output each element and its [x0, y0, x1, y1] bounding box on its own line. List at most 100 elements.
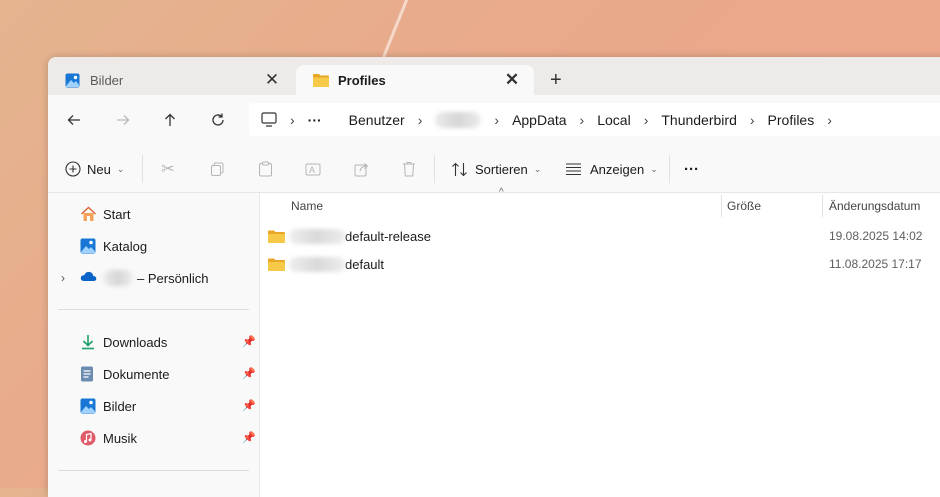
document-icon [80, 366, 96, 382]
back-button[interactable] [61, 107, 87, 133]
pin-icon[interactable]: 📌 [242, 431, 256, 444]
close-tab-icon[interactable]: ✕ [262, 70, 282, 90]
divider [58, 470, 249, 471]
folder-icon [268, 230, 285, 243]
new-button[interactable]: Neu ⌄ [65, 155, 124, 183]
chevron-right-icon: › [290, 111, 295, 128]
breadcrumb-thunderbird[interactable]: Thunderbird [661, 112, 737, 128]
chevron-down-icon: ⌄ [650, 163, 658, 174]
sidebar-item-label: Dokumente [103, 366, 170, 382]
svg-text:A: A [309, 165, 315, 175]
column-header-size[interactable]: Größe [727, 193, 761, 218]
refresh-button[interactable] [205, 107, 231, 133]
file-row[interactable]: default-release 19.08.2025 14:02 [268, 223, 938, 249]
sidebar-item-bilder[interactable]: Bilder [80, 395, 136, 417]
tab-bilder[interactable]: Bilder ✕ [48, 65, 294, 95]
copy-button[interactable] [203, 155, 231, 183]
refresh-icon [212, 113, 224, 126]
view-label: Anzeigen [590, 161, 645, 177]
desktop-wallpaper-streak [381, 0, 412, 59]
chevron-down-icon: ⌄ [533, 163, 542, 174]
column-header-date[interactable]: Änderungsdatum [829, 193, 920, 218]
chevron-right-icon: › [494, 111, 500, 128]
chevron-down-icon: ⌄ [116, 163, 125, 174]
more-options-button[interactable]: ··· [684, 155, 699, 183]
tab-strip: Bilder ✕ Profiles ✕ + [48, 57, 940, 95]
chevron-right-icon: › [749, 111, 755, 128]
trash-icon [403, 162, 415, 177]
column-header-name[interactable]: Name [291, 193, 323, 218]
address-bar[interactable]: › ··· Benutzer › › AppData › Local › Thu… [249, 103, 940, 136]
view-lines-icon [566, 163, 581, 176]
chevron-right-icon[interactable]: › [61, 271, 65, 285]
file-name: default [345, 256, 385, 272]
cut-button[interactable]: ✂ [154, 155, 182, 183]
file-list: ^ Name Größe Änderungsdatum default-rele… [260, 187, 940, 497]
breadcrumb-overflow[interactable]: ··· [308, 112, 322, 128]
tab-profiles[interactable]: Profiles ✕ [296, 65, 534, 95]
new-button-label: Neu [87, 161, 111, 177]
column-divider[interactable] [822, 195, 823, 217]
new-tab-button[interactable]: + [550, 69, 562, 92]
navigation-bar: › ··· Benutzer › › AppData › Local › Thu… [48, 95, 940, 145]
pin-icon[interactable]: 📌 [242, 399, 256, 412]
folder-icon [313, 73, 329, 88]
sidebar-item-label: Downloads [103, 334, 168, 350]
share-icon [354, 162, 369, 176]
divider [434, 155, 435, 183]
sidebar-item-start[interactable]: Start [80, 203, 130, 225]
breadcrumb-benutzer[interactable]: Benutzer [349, 112, 405, 128]
sort-icon [452, 162, 467, 176]
up-arrow-icon [165, 113, 175, 126]
music-icon [80, 430, 96, 446]
chevron-right-icon: › [579, 111, 585, 128]
pictures-icon [80, 398, 96, 414]
forward-arrow-icon [117, 115, 130, 125]
copy-icon [210, 162, 223, 176]
sidebar-item-label: Musik [103, 430, 137, 446]
sort-ascending-icon: ^ [499, 187, 504, 198]
scissors-icon: ✂ [161, 161, 175, 178]
file-row[interactable]: default 11.08.2025 17:17 [268, 251, 938, 277]
pin-icon[interactable]: 📌 [242, 367, 256, 380]
chevron-right-icon[interactable]: › [827, 112, 832, 128]
download-icon [80, 334, 96, 350]
breadcrumb-profiles[interactable]: Profiles [768, 112, 815, 128]
share-button[interactable] [348, 155, 376, 183]
file-explorer-window: Bilder ✕ Profiles ✕ + › ··· Benutzer › ›… [48, 57, 940, 497]
sidebar-item-onedrive[interactable]: – Persönlich [80, 267, 209, 289]
tab-label: Profiles [338, 72, 386, 88]
sidebar-item-downloads[interactable]: Downloads [80, 331, 167, 353]
command-bar: Neu ⌄ ✂ A Sortieren ⌄ Anzeigen ⌄ ··· [48, 145, 940, 193]
chevron-right-icon: › [643, 111, 649, 128]
back-arrow-icon [67, 115, 80, 125]
image-icon [65, 73, 80, 88]
delete-button[interactable] [395, 155, 423, 183]
file-date: 19.08.2025 14:02 [829, 229, 923, 243]
rename-button[interactable]: A [299, 155, 327, 183]
sidebar-item-musik[interactable]: Musik [80, 427, 137, 449]
divider [58, 309, 249, 310]
forward-button[interactable] [110, 107, 136, 133]
sidebar-item-label: Bilder [103, 398, 137, 414]
breadcrumb-appdata[interactable]: AppData [512, 112, 566, 128]
this-pc-icon[interactable] [261, 112, 277, 127]
redacted-profile-prefix [289, 228, 345, 244]
pin-icon[interactable]: 📌 [242, 335, 256, 348]
rename-icon: A [305, 163, 321, 175]
sidebar-item-katalog[interactable]: Katalog [80, 235, 147, 257]
sort-button[interactable]: Sortieren ⌄ [451, 155, 541, 183]
paste-button[interactable] [251, 155, 279, 183]
home-icon [80, 206, 97, 222]
file-date: 11.08.2025 17:17 [829, 257, 922, 271]
view-button[interactable]: Anzeigen ⌄ [565, 155, 658, 183]
paste-icon [258, 161, 272, 177]
up-button[interactable] [157, 107, 183, 133]
sidebar-item-dokumente[interactable]: Dokumente [80, 363, 169, 385]
close-tab-icon[interactable]: ✕ [502, 70, 522, 90]
column-divider[interactable] [721, 195, 722, 217]
file-name: default-release [345, 228, 431, 244]
breadcrumb-local[interactable]: Local [597, 112, 630, 128]
redacted-account-name [103, 270, 133, 286]
onedrive-cloud-icon [80, 270, 97, 286]
